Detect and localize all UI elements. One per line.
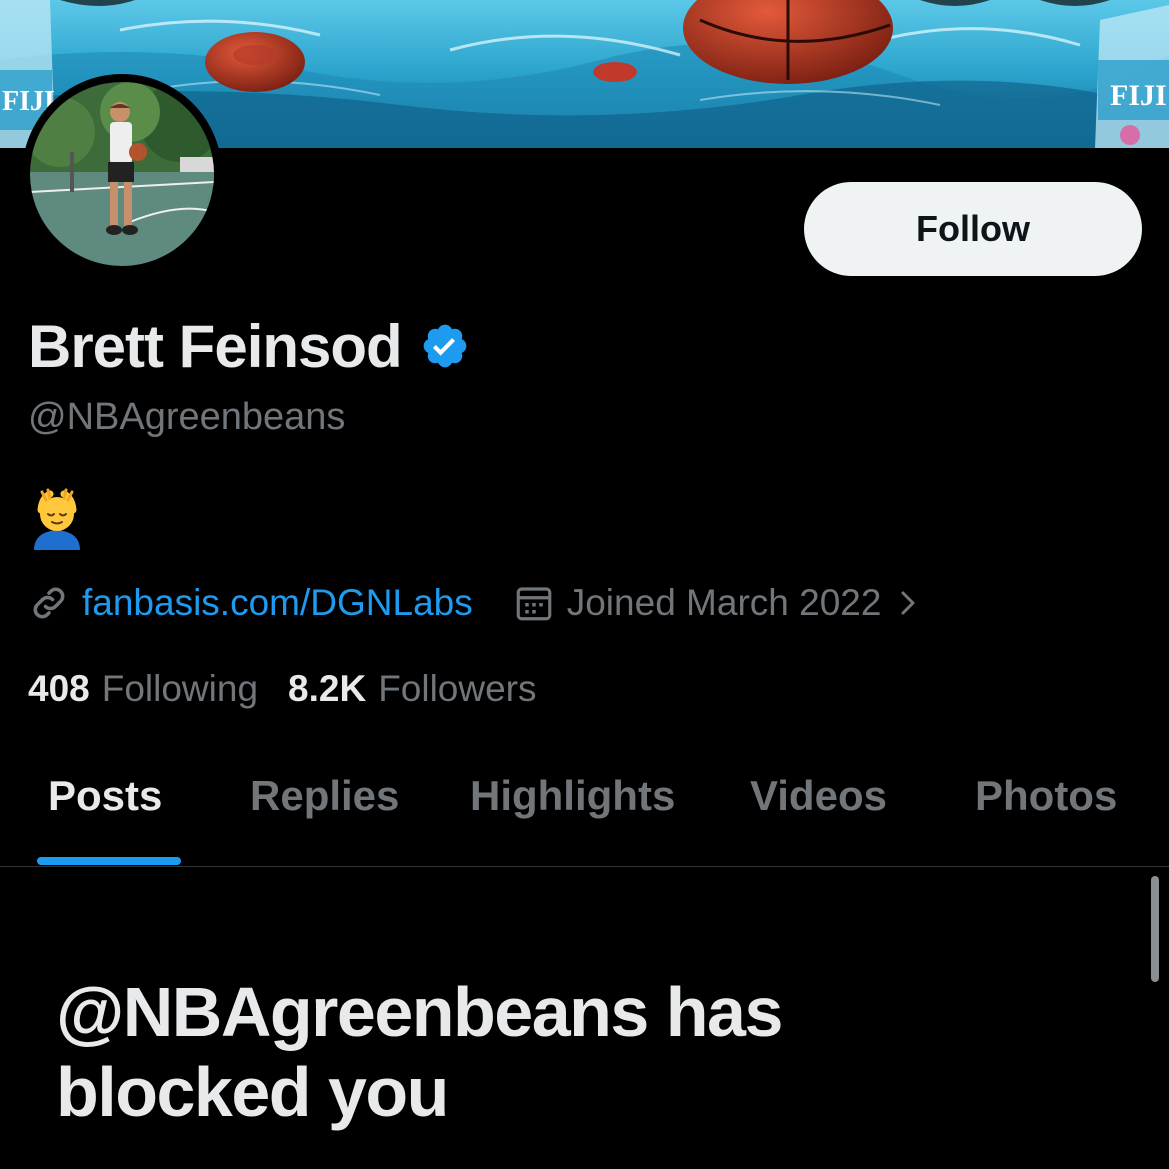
chevron-right-icon [893,585,923,621]
tab-highlights[interactable]: Highlights [470,772,675,820]
follow-stats: 408 Following 8.2K Followers [28,664,537,714]
profile-tabs: Posts Replies Highlights Videos Photos [0,740,1169,867]
follow-button[interactable]: Follow [804,182,1142,276]
tab-replies[interactable]: Replies [250,772,399,820]
blocked-message: @NBAgreenbeans has blocked you [56,973,783,1131]
tab-posts[interactable]: Posts [48,772,162,820]
display-name: Brett Feinsod [28,312,403,380]
banner-bottle-right-label: FIJI [1110,79,1167,112]
followers-stat[interactable]: 8.2K Followers [288,668,536,710]
profile-meta: fanbasis.com/DGNLabs Joined March 2022 [28,578,923,628]
profile-handle: @NBAgreenbeans [28,396,346,438]
face-massage-emoji-icon [28,488,86,550]
avatar-photo [30,82,214,266]
following-count: 408 [28,668,90,709]
display-name-row: Brett Feinsod [28,308,470,384]
joined-text: Joined March 2022 [566,582,882,623]
active-tab-indicator [37,857,181,865]
tab-videos[interactable]: Videos [750,772,887,820]
tab-photos[interactable]: Photos [975,772,1117,820]
calendar-icon [513,582,555,624]
link-icon [28,582,70,624]
followers-label: Followers [378,668,537,709]
following-label: Following [101,668,259,709]
following-stat[interactable]: 408 Following [28,668,258,710]
verified-badge-icon[interactable] [420,321,470,371]
avatar[interactable] [22,74,222,274]
website-link[interactable]: fanbasis.com/DGNLabs [82,582,473,624]
scrollbar[interactable] [1151,876,1159,982]
joined-date[interactable]: Joined March 2022 [513,582,924,624]
followers-count: 8.2K [288,668,367,709]
